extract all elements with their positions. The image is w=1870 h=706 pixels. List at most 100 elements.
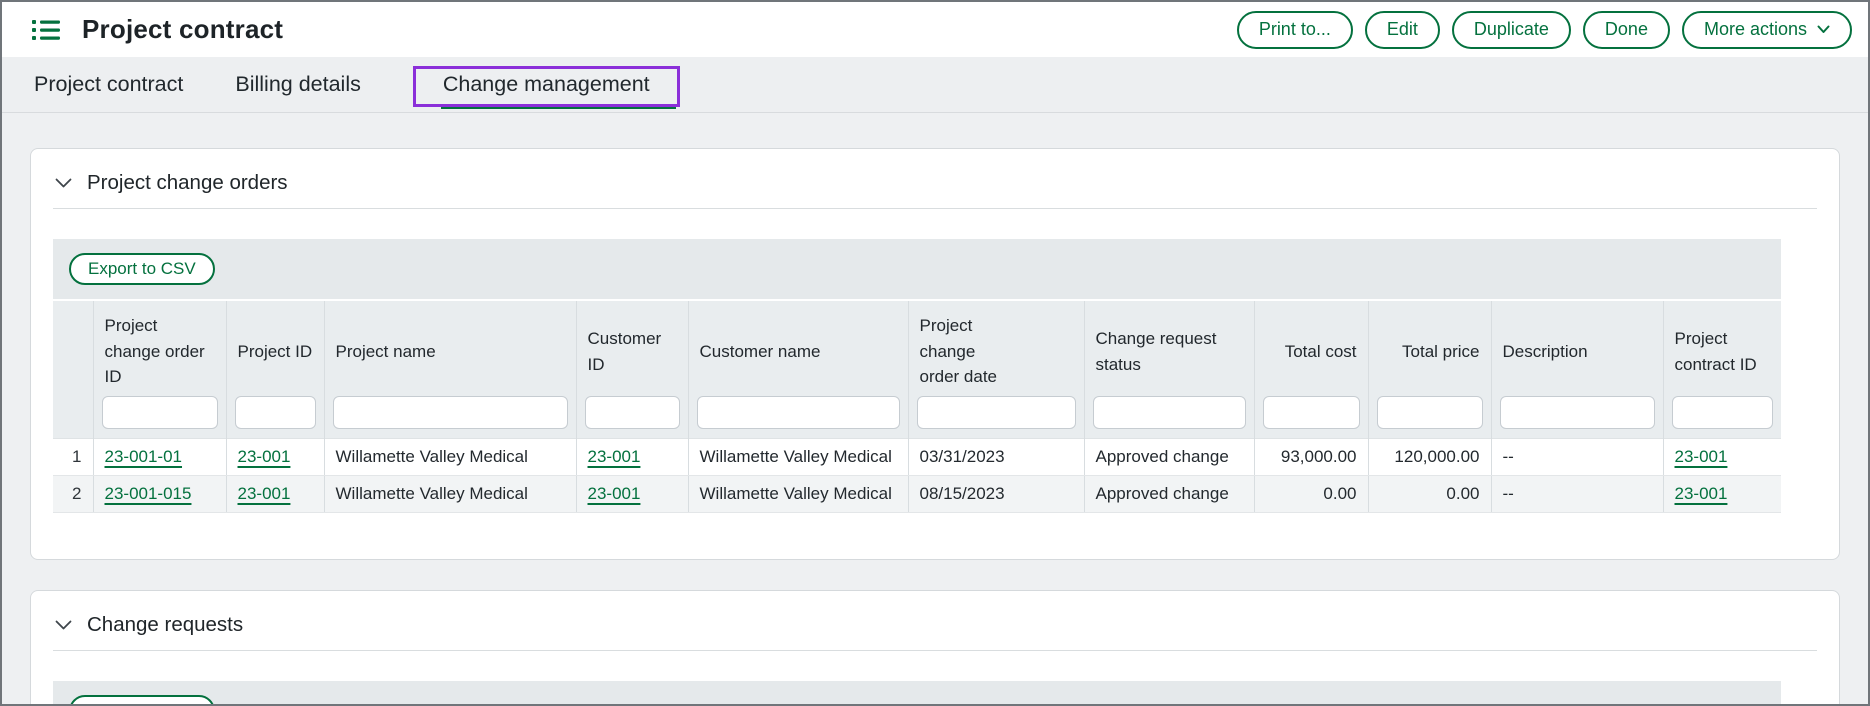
tab-label: Change management	[443, 72, 650, 97]
cell-customer-name: Willamette Valley Medical	[688, 439, 908, 476]
action-buttons: Print to... Edit Duplicate Done More act…	[1237, 11, 1852, 49]
top-bar: Project contract Print to... Edit Duplic…	[2, 2, 1868, 57]
project-change-orders-header[interactable]: Project change orders	[53, 159, 1817, 208]
row-number: 2	[53, 476, 93, 513]
cell-total-cost: 93,000.00	[1254, 439, 1368, 476]
tab-change-management[interactable]: Change management	[413, 57, 680, 112]
cell-description: --	[1491, 439, 1663, 476]
section-divider	[53, 650, 1817, 651]
active-tab-underline	[441, 104, 676, 109]
section-divider	[53, 208, 1817, 209]
filter-input-total-cost[interactable]	[1263, 396, 1360, 429]
filter-input-project-id[interactable]	[235, 396, 316, 429]
section-title: Project change orders	[87, 171, 288, 195]
cell-project-id: 23-001	[226, 476, 324, 513]
change-orders-grid: Export to CSV Project change order IDPro…	[53, 239, 1781, 513]
link-customer-id[interactable]: 23-001	[588, 447, 641, 466]
page-title: Project contract	[82, 14, 283, 45]
column-label: Project ID	[227, 301, 324, 396]
column-header-total-price: Total price	[1368, 301, 1491, 439]
duplicate-button[interactable]: Duplicate	[1452, 11, 1571, 49]
column-header-total-cost: Total cost	[1254, 301, 1368, 439]
column-header-project-contract-id: Project contract ID	[1663, 301, 1781, 439]
change-requests-header[interactable]: Change requests	[53, 601, 1817, 650]
section-title: Change requests	[87, 613, 243, 637]
table-row: 123-001-0123-001Willamette Valley Medica…	[53, 439, 1781, 476]
chevron-down-icon	[55, 620, 72, 630]
list-menu-icon[interactable]	[32, 18, 60, 42]
cell-project-contract-id: 23-001	[1663, 476, 1781, 513]
filter-input-change-request-status[interactable]	[1093, 396, 1246, 429]
column-header-customer-id: Customer ID	[576, 301, 688, 439]
done-button[interactable]: Done	[1583, 11, 1670, 49]
link-project-change-order-id[interactable]: 23-001-015	[105, 484, 192, 503]
project-change-orders-card: Project change orders Export to CSV Proj…	[30, 148, 1840, 560]
filter-input-total-price[interactable]	[1377, 396, 1483, 429]
column-header-rownum	[53, 301, 93, 439]
app-window: Project contract Print to... Edit Duplic…	[0, 0, 1870, 706]
done-label: Done	[1605, 19, 1648, 40]
tab-billing-details[interactable]: Billing details	[235, 57, 360, 112]
column-label: Description	[1492, 301, 1663, 396]
export-to-csv-button[interactable]: Export to CSV	[69, 695, 215, 706]
chevron-down-icon	[55, 178, 72, 188]
change-requests-grid: Export to CSV	[53, 681, 1781, 706]
cell-customer-id: 23-001	[576, 476, 688, 513]
cell-project-change-order-id: 23-001-01	[93, 439, 226, 476]
cell-project-name: Willamette Valley Medical	[324, 476, 576, 513]
link-project-contract-id[interactable]: 23-001	[1675, 447, 1728, 466]
link-project-contract-id[interactable]: 23-001	[1675, 484, 1728, 503]
change-orders-table: Project change order IDProject IDProject…	[53, 301, 1781, 513]
filter-input-description[interactable]	[1500, 396, 1655, 429]
cell-total-price: 0.00	[1368, 476, 1491, 513]
column-header-project-id: Project ID	[226, 301, 324, 439]
column-label: Change request status	[1085, 301, 1254, 396]
link-customer-id[interactable]: 23-001	[588, 484, 641, 503]
more-actions-label: More actions	[1704, 19, 1807, 40]
cell-project-name: Willamette Valley Medical	[324, 439, 576, 476]
column-label: Project name	[325, 301, 576, 396]
tab-label: Billing details	[235, 72, 360, 97]
cell-change-request-status: Approved change	[1084, 439, 1254, 476]
column-header-customer-name: Customer name	[688, 301, 908, 439]
column-label: Project contract ID	[1664, 301, 1782, 396]
print-to-label: Print to...	[1259, 19, 1331, 40]
filter-input-customer-id[interactable]	[585, 396, 680, 429]
column-label: Customer name	[689, 301, 908, 396]
column-label: Customer ID	[577, 301, 688, 396]
edit-button[interactable]: Edit	[1365, 11, 1440, 49]
export-to-csv-button[interactable]: Export to CSV	[69, 253, 215, 285]
column-label: Project change order ID	[94, 301, 226, 396]
filter-input-project-contract-id[interactable]	[1672, 396, 1774, 429]
cell-customer-id: 23-001	[576, 439, 688, 476]
filter-input-project-change-order-id[interactable]	[102, 396, 218, 429]
column-header-project-change-order-date: Project change order date	[908, 301, 1084, 439]
page-content: Project change orders Export to CSV Proj…	[2, 113, 1868, 706]
column-header-change-request-status: Change request status	[1084, 301, 1254, 439]
filter-input-customer-name[interactable]	[697, 396, 900, 429]
print-to-button[interactable]: Print to...	[1237, 11, 1353, 49]
duplicate-label: Duplicate	[1474, 19, 1549, 40]
link-project-id[interactable]: 23-001	[238, 484, 291, 503]
link-project-id[interactable]: 23-001	[238, 447, 291, 466]
link-project-change-order-id[interactable]: 23-001-01	[105, 447, 183, 466]
column-label: Total price	[1369, 301, 1491, 396]
tab-label: Project contract	[34, 72, 183, 97]
cell-change-request-status: Approved change	[1084, 476, 1254, 513]
tab-project-contract[interactable]: Project contract	[34, 57, 183, 112]
grid-toolbar: Export to CSV	[53, 681, 1781, 706]
cell-project-change-order-date: 08/15/2023	[908, 476, 1084, 513]
table-row: 2 23-001-015 23-001 Willamette Valley Medic…	[53, 476, 1781, 513]
column-label: Total cost	[1255, 301, 1368, 396]
cell-project-change-order-id: 23-001-015	[93, 476, 226, 513]
column-label: Project change order date	[909, 301, 1014, 396]
cell-customer-name: Willamette Valley Medical	[688, 476, 908, 513]
cell-total-price: 120,000.00	[1368, 439, 1491, 476]
tab-bar: Project contract Billing details Change …	[2, 57, 1868, 113]
cell-total-cost: 0.00	[1254, 476, 1368, 513]
more-actions-button[interactable]: More actions	[1682, 11, 1852, 49]
filter-input-project-change-order-date[interactable]	[917, 396, 1076, 429]
change-requests-card: Change requests Export to CSV	[30, 590, 1840, 706]
column-header-description: Description	[1491, 301, 1663, 439]
filter-input-project-name[interactable]	[333, 396, 568, 429]
